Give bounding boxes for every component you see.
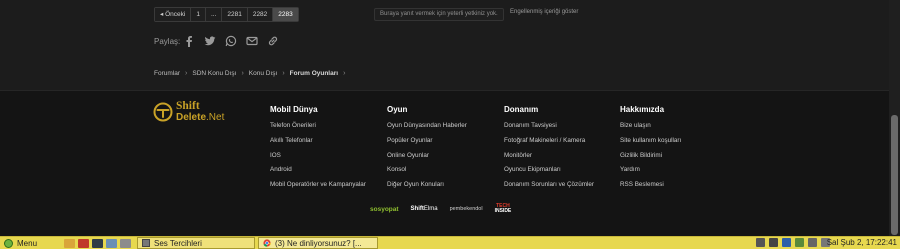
chevron-right-icon: › [343,70,346,77]
footer-link[interactable]: Akıllı Telefonlar [270,137,366,152]
breadcrumb-item-forum-oyunlari[interactable]: Forum Oyunları [290,70,338,77]
keyboard-icon[interactable] [756,238,765,247]
taskbar-window-browser[interactable]: (3) Ne dinliyorsunuz? [... [258,237,378,249]
partner-logo-shiftelma-rest: Elma [423,206,438,212]
footer-link[interactable]: RSS Beslemesi [620,181,681,196]
footer-column-title: Oyun [387,105,408,114]
footer-column-title: Mobil Dünya [270,105,318,114]
footer-link[interactable]: IOS [270,152,366,167]
breadcrumb: Forumlar › SDN Konu Dışı › Konu Dışı › F… [154,70,345,77]
footer-link[interactable]: Donanım Sorunları ve Çözümler [504,181,594,196]
taskbar: Menu Ses Tercihleri (3) Ne dinliyorsunuz… [0,236,900,249]
partner-logo-pembekendol[interactable]: pembekendol [450,206,483,212]
logo-line-2: Delete [176,112,207,123]
chevron-right-icon: › [241,70,244,77]
footer-link[interactable]: Monitörler [504,152,594,167]
footer-link[interactable]: Bize ulaşın [620,122,681,137]
footer-column-hakkimizda: Hakkımızda Bize ulaşın Site kullanım koş… [620,105,681,196]
taskbar-window-title: (3) Ne dinliyorsunuz? [... [275,238,362,248]
partner-logo-sosyopat[interactable]: sosyopat [370,206,399,213]
partner-logo-shiftelma-bold: Shift [410,206,424,212]
footer-link[interactable]: Yardım [620,166,681,181]
footer-column-oyun: Oyun Oyun Dünyasından Haberler Popüler O… [387,105,467,196]
show-ignored-content-link[interactable]: Engellenmiş içeriği göster [510,9,578,15]
chrome-icon [263,239,271,247]
partner-logo-techinside-bottom: INSIDE [494,208,512,214]
footer-column-mobil-dunya: Mobil Dünya Telefon Önerileri Akıllı Tel… [270,105,366,196]
show-desktop-icon[interactable] [120,238,131,248]
page-button-2282[interactable]: 2282 [247,8,274,21]
bluetooth-icon[interactable] [782,238,791,247]
shiftdelete-logo-icon [153,102,173,122]
logo-line-1: Shift [176,100,200,112]
footer-column-title: Donanım [504,105,539,114]
footer-link[interactable]: Gizlilik Bildirimi [620,152,681,167]
page-button-current[interactable]: 2283 [273,8,298,21]
footer-link[interactable]: Site kullanım koşulları [620,137,681,152]
files-icon[interactable] [106,238,117,248]
breadcrumb-item-sdn-konu-disi[interactable]: SDN Konu Dışı [192,70,236,77]
speaker-settings-icon [142,239,150,247]
logo-line-2-suffix: .Net [206,112,225,123]
start-menu-label: Menu [17,238,38,248]
start-menu-button[interactable]: Menu [0,237,64,249]
page-button-1[interactable]: 1 [191,8,206,21]
share-label: Paylaş: [154,37,181,46]
breadcrumb-item-konu-disi[interactable]: Konu Dışı [249,70,278,77]
footer-column-title: Hakkımızda [620,105,665,114]
page-button-2281[interactable]: 2281 [222,8,248,21]
share-buttons [183,35,279,47]
page-scrollbar-thumb[interactable] [891,115,898,235]
email-icon[interactable] [246,35,258,47]
partner-logo-techinside[interactable]: TECH INSIDE [495,204,512,214]
footer-link[interactable]: Donanım Tavsiyesi [504,122,594,137]
pagination: ◂ Önceki 1 ... 2281 2282 2283 [154,7,299,22]
browser-icon[interactable] [78,238,89,248]
prev-page-button[interactable]: ◂ Önceki [155,8,192,21]
footer-link[interactable]: Android [270,166,366,181]
chevron-right-icon: › [185,70,188,77]
browser-page: ◂ Önceki 1 ... 2281 2282 2283 Buraya yan… [0,0,900,236]
footer-link[interactable]: Diğer Oyun Konuları [387,181,467,196]
footer-link[interactable]: Fotoğraf Makineleri / Kamera [504,137,594,152]
clock[interactable]: Sal Şub 2, 17:22:41 [827,238,897,247]
update-icon[interactable] [795,238,804,247]
partner-logos: sosyopat ShiftElma pembekendol TECH INSID… [370,204,511,214]
network-icon[interactable] [808,238,817,247]
quick-launch [64,238,131,248]
site-logo[interactable]: Shift Delete.Net [153,100,225,123]
partner-logo-shiftelma[interactable]: ShiftElma [411,206,438,212]
footer-link[interactable]: Mobil Operatörler ve Kampanyalar [270,181,366,196]
folder-icon[interactable] [64,238,75,248]
volume-icon[interactable] [769,238,778,247]
footer-link[interactable]: Telefon Önerileri [270,122,366,137]
breadcrumb-item-forumlar[interactable]: Forumlar [154,70,180,77]
footer-link[interactable]: Online Oyunlar [387,152,467,167]
taskbar-window-sound-settings[interactable]: Ses Tercihleri [137,237,255,249]
chevron-right-icon: › [282,70,285,77]
link-icon[interactable] [267,35,279,47]
thread-footer-area: ◂ Önceki 1 ... 2281 2282 2283 Buraya yan… [0,0,900,90]
footer-column-donanim: Donanım Donanım Tavsiyesi Fotoğraf Makin… [504,105,594,196]
footer-link[interactable]: Konsol [387,166,467,181]
page-ellipsis-button[interactable]: ... [205,8,223,21]
footer-link[interactable]: Oyuncu Ekipmanları [504,166,594,181]
footer-link[interactable]: Oyun Dünyasından Haberler [387,122,467,137]
reply-permission-notice: Buraya yanıt vermek için yeterli yetkini… [374,8,504,21]
footer-link[interactable]: Popüler Oyunlar [387,137,467,152]
mint-logo-icon [4,238,13,248]
facebook-icon[interactable] [183,35,195,47]
system-tray [756,238,830,247]
taskbar-window-title: Ses Tercihleri [154,238,202,248]
twitter-icon[interactable] [204,35,216,47]
terminal-icon[interactable] [92,238,103,248]
whatsapp-icon[interactable] [225,35,237,47]
